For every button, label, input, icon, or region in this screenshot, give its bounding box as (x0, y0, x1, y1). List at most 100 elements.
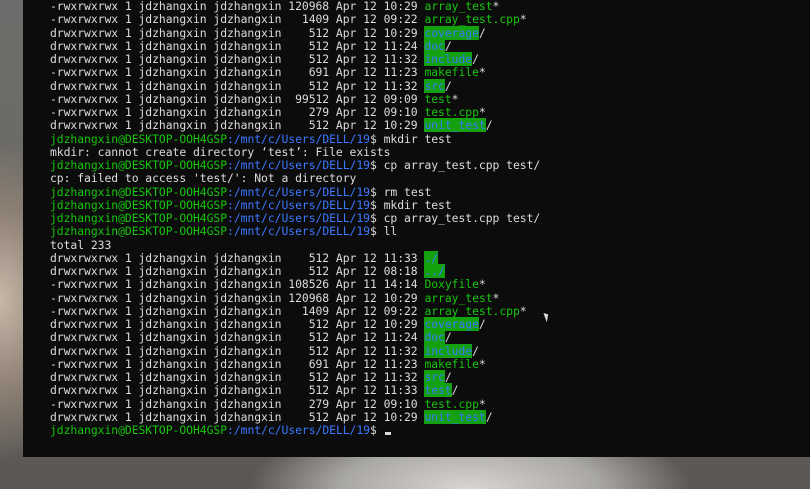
file-entry-row: -rwxrwxrwx 1 jdzhangxin jdzhangxin 99512… (50, 91, 540, 106)
file-entry-row: drwxrwxrwx 1 jdzhangxin jdzhangxin 512 A… (50, 118, 540, 133)
file-entry-row: drwxrwxrwx 1 jdzhangxin jdzhangxin 512 A… (50, 52, 540, 66)
file-meta: drwxrwxrwx 1 jdzhangxin jdzhangxin 512 A… (50, 409, 425, 424)
file-entry-row: drwxrwxrwx 1 jdzhangxin jdzhangxin 512 A… (50, 38, 540, 53)
file-type-suffix: / (478, 25, 486, 40)
file-meta: -rwxrwxrwx 1 jdzhangxin jdzhangxin 1409 … (50, 12, 425, 27)
file-meta: drwxrwxrwx 1 jdzhangxin jdzhangxin 512 A… (50, 250, 425, 265)
file-name: array_test.cpp (424, 303, 520, 318)
file-type-suffix: * (478, 396, 486, 411)
prompt-path: :/mnt/c/Users/DELL/19 (227, 423, 370, 437)
file-meta: drwxrwxrwx 1 jdzhangxin jdzhangxin 512 A… (50, 370, 425, 384)
file-entry-row: drwxrwxrwx 1 jdzhangxin jdzhangxin 512 A… (50, 78, 540, 93)
file-entry-row: -rwxrwxrwx 1 jdzhangxin jdzhangxin 691 A… (50, 66, 540, 79)
prompt-user-host: jdzhangxin@DESKTOP-OOH4GSP (50, 197, 228, 212)
file-meta: -rwxrwxrwx 1 jdzhangxin jdzhangxin 279 A… (50, 105, 425, 119)
directory-name: test (424, 383, 452, 398)
output-text-line: cp: failed to access 'test/': Not a dire… (50, 172, 540, 185)
prompt-path: :/mnt/c/Users/DELL/19 (227, 197, 370, 212)
file-entry-row: drwxrwxrwx 1 jdzhangxin jdzhangxin 512 A… (50, 317, 540, 331)
file-name: makefile (424, 65, 479, 80)
shell-prompt-line: jdzhangxin@DESKTOP-OOH4GSP:/mnt/c/Users/… (50, 158, 541, 172)
prompt-path: :/mnt/c/Users/DELL/19 (227, 224, 370, 239)
shell-command: $ mkdir test (369, 197, 452, 212)
output-text: mkdir: cannot create directory ‘test’: F… (50, 144, 391, 159)
file-entry-row: -rwxrwxrwx 1 jdzhangxin jdzhangxin 1409 … (50, 13, 540, 26)
prompt-path: :/mnt/c/Users/DELL/19 (227, 158, 370, 172)
file-meta: -rwxrwxrwx 1 jdzhangxin jdzhangxin 1409 … (50, 303, 425, 318)
directory-name: ../ (424, 264, 445, 278)
directory-name: ./ (424, 250, 439, 265)
file-name: test.cpp (424, 105, 479, 119)
shell-prompt-line: jdzhangxin@DESKTOP-OOH4GSP:/mnt/c/Users/… (50, 225, 540, 238)
shell-prompt-line: jdzhangxin@DESKTOP-OOH4GSP:/mnt/c/Users/… (50, 197, 540, 212)
terminal-window[interactable]: -rwxrwxrwx 1 jdzhangxin jdzhangxin 12096… (23, 0, 810, 457)
file-type-suffix: / (472, 52, 479, 66)
prompt-path: :/mnt/c/Users/DELL/19 (227, 184, 370, 199)
file-name: test.cpp (424, 396, 479, 411)
file-meta: drwxrwxrwx 1 jdzhangxin jdzhangxin 512 A… (50, 343, 425, 358)
prompt-user-host: jdzhangxin@DESKTOP-OOH4GSP (50, 224, 228, 239)
file-type-suffix: * (478, 356, 486, 371)
prompt-user-host: jdzhangxin@DESKTOP-OOH4GSP (50, 184, 228, 199)
file-type-suffix: / (478, 317, 486, 331)
file-meta: drwxrwxrwx 1 jdzhangxin jdzhangxin 512 A… (50, 25, 425, 40)
directory-name: src (424, 370, 445, 384)
directory-name: doc (424, 38, 445, 53)
file-entry-row: drwxrwxrwx 1 jdzhangxin jdzhangxin 512 A… (50, 330, 540, 345)
file-meta: -rwxrwxrwx 1 jdzhangxin jdzhangxin 279 A… (50, 396, 425, 411)
output-text: cp: failed to access 'test/': Not a dire… (50, 171, 357, 186)
file-entry-row: drwxrwxrwx 1 jdzhangxin jdzhangxin 512 A… (50, 25, 540, 40)
shell-command: $ mkdir test (369, 131, 452, 146)
file-name: array_test (424, 0, 493, 13)
file-name: makefile (424, 356, 479, 371)
file-meta: drwxrwxrwx 1 jdzhangxin jdzhangxin 512 A… (50, 330, 425, 345)
file-entry-row: drwxrwxrwx 1 jdzhangxin jdzhangxin 512 A… (50, 343, 540, 358)
shell-command: $ cp array_test.cpp test/ (369, 211, 541, 225)
file-type-suffix: * (478, 277, 486, 292)
file-type-suffix: * (519, 303, 527, 318)
prompt-user-host: jdzhangxin@DESKTOP-OOH4GSP (50, 211, 228, 225)
shell-prompt-line: jdzhangxin@DESKTOP-OOH4GSP:/mnt/c/Users/… (50, 131, 540, 146)
directory-name: unit_test (424, 118, 486, 133)
file-type-suffix: / (444, 330, 452, 345)
directory-name: include (424, 343, 473, 358)
file-meta: -rwxrwxrwx 1 jdzhangxin jdzhangxin 691 A… (50, 65, 425, 80)
file-meta: -rwxrwxrwx 1 jdzhangxin jdzhangxin 10852… (50, 277, 425, 292)
prompt-path: :/mnt/c/Users/DELL/19 (227, 131, 370, 146)
file-type-suffix: * (451, 91, 459, 106)
output-text-line: mkdir: cannot create directory ‘test’: F… (50, 144, 540, 159)
terminal-output: -rwxrwxrwx 1 jdzhangxin jdzhangxin 12096… (50, 0, 540, 437)
file-name: array_test.cpp (424, 12, 520, 27)
directory-name: include (424, 52, 473, 66)
file-name: array_test (424, 290, 493, 305)
output-text: total 233 (50, 237, 112, 252)
file-type-suffix: * (492, 0, 500, 13)
output-text-line: total 233 (50, 237, 540, 252)
directory-name: coverage (424, 317, 479, 331)
directory-name: coverage (424, 25, 479, 40)
shell-command: $ cp array_test.cpp test/ (369, 158, 541, 172)
file-type-suffix: * (519, 12, 527, 27)
file-meta: -rwxrwxrwx 1 jdzhangxin jdzhangxin 99512… (50, 91, 425, 106)
text-cursor-icon[interactable] (384, 432, 391, 435)
file-entry-row: -rwxrwxrwx 1 jdzhangxin jdzhangxin 691 A… (50, 356, 540, 371)
file-name: Doxyfile (424, 277, 479, 292)
file-entry-row: -rwxrwxrwx 1 jdzhangxin jdzhangxin 12096… (50, 0, 540, 13)
file-entry-row: -rwxrwxrwx 1 jdzhangxin jdzhangxin 10852… (50, 278, 540, 291)
file-type-suffix: / (444, 78, 452, 93)
file-entry-row: drwxrwxrwx 1 jdzhangxin jdzhangxin 512 A… (50, 383, 540, 398)
prompt-user-host: jdzhangxin@DESKTOP-OOH4GSP (50, 158, 228, 172)
directory-name: doc (424, 330, 445, 345)
file-type-suffix: / (444, 370, 452, 384)
file-entry-row: drwxrwxrwx 1 jdzhangxin jdzhangxin 512 A… (50, 264, 540, 278)
file-entry-row: -rwxrwxrwx 1 jdzhangxin jdzhangxin 279 A… (50, 105, 540, 119)
directory-name: src (424, 78, 445, 93)
file-meta: drwxrwxrwx 1 jdzhangxin jdzhangxin 512 A… (50, 52, 425, 66)
file-meta: -rwxrwxrwx 1 jdzhangxin jdzhangxin 691 A… (50, 356, 425, 371)
file-type-suffix: * (478, 105, 486, 119)
file-entry-row: -rwxrwxrwx 1 jdzhangxin jdzhangxin 12096… (50, 290, 540, 305)
file-entry-row: -rwxrwxrwx 1 jdzhangxin jdzhangxin 279 A… (50, 396, 540, 411)
file-meta: drwxrwxrwx 1 jdzhangxin jdzhangxin 512 A… (50, 38, 425, 53)
shell-command: $ ll (369, 224, 398, 239)
shell-prompt-line: jdzhangxin@DESKTOP-OOH4GSP:/mnt/c/Users/… (50, 423, 540, 437)
